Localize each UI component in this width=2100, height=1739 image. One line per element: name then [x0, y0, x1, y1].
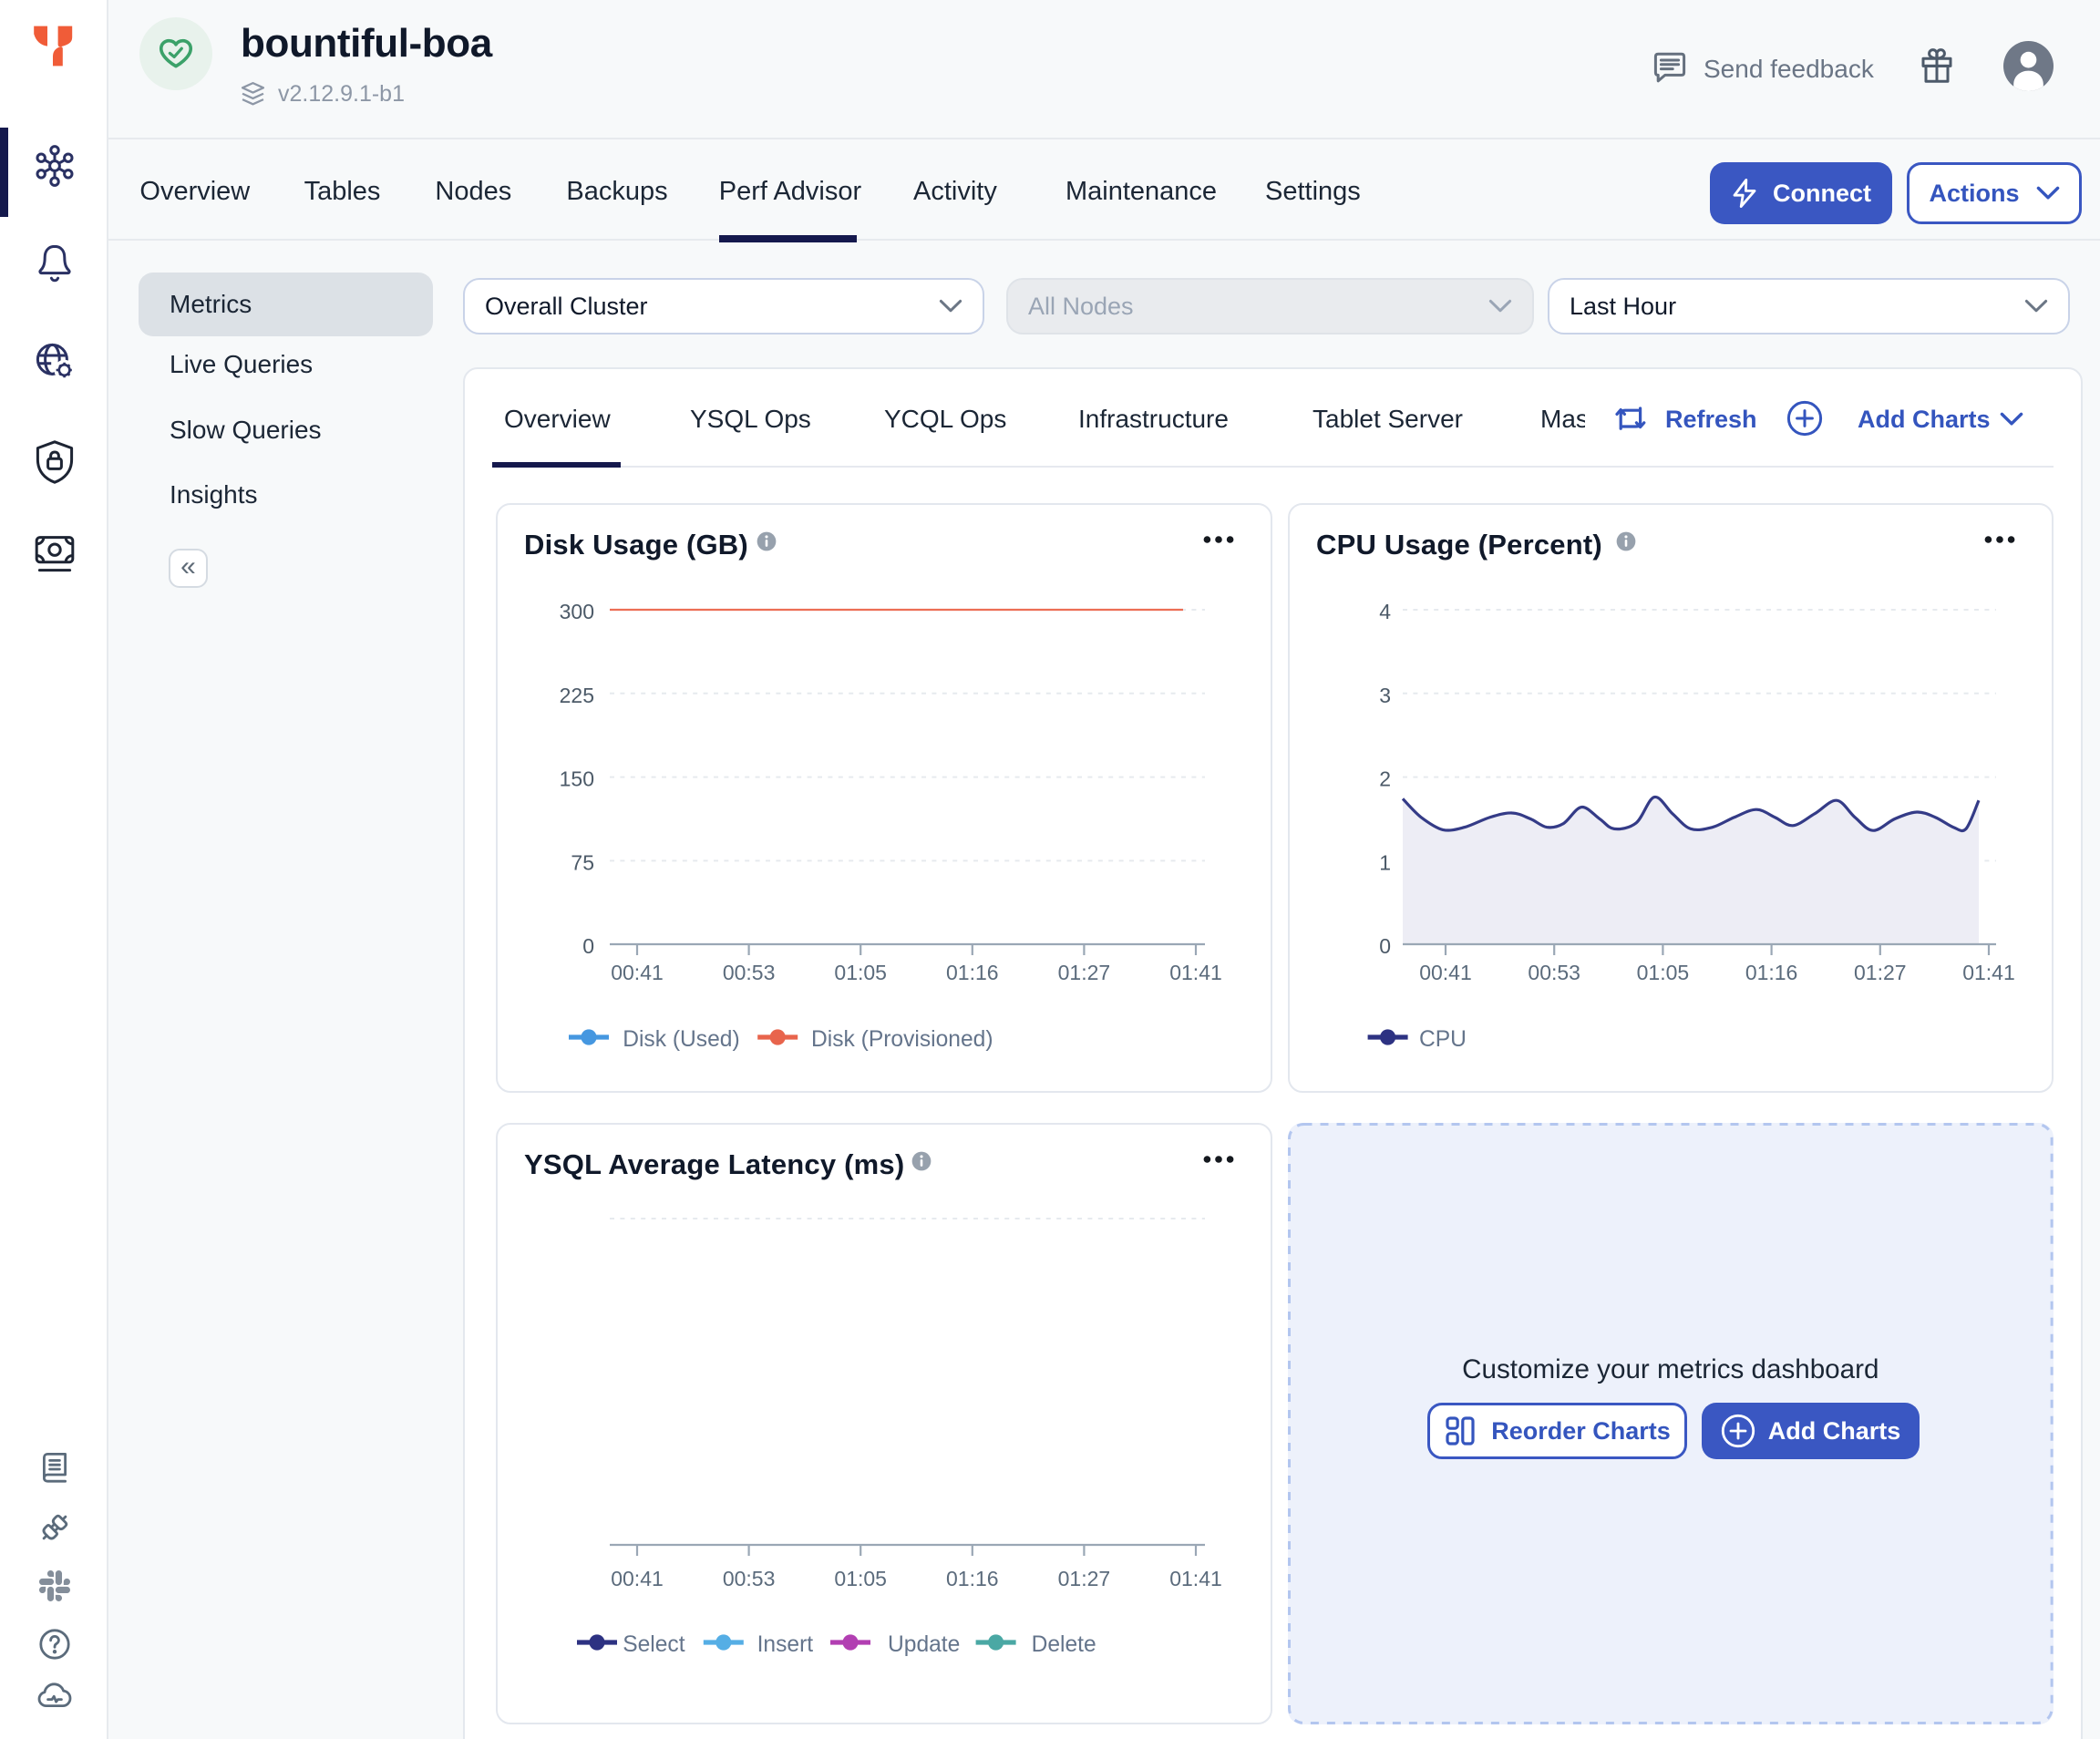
svg-text:01:41: 01:41	[1169, 1567, 1222, 1590]
svg-text:00:53: 00:53	[723, 1567, 776, 1590]
svg-text:Update: Update	[888, 1632, 960, 1657]
svg-text:4: 4	[1379, 600, 1391, 623]
svg-text:Select: Select	[623, 1632, 685, 1657]
svg-text:Delete: Delete	[1032, 1632, 1096, 1657]
svg-text:00:53: 00:53	[723, 961, 776, 984]
svg-text:300: 300	[560, 600, 594, 623]
svg-text:2: 2	[1379, 767, 1391, 791]
svg-text:0: 0	[582, 934, 594, 958]
svg-text:0: 0	[1379, 934, 1391, 958]
svg-text:225: 225	[560, 684, 594, 707]
svg-text:00:41: 00:41	[1419, 961, 1472, 984]
svg-text:00:41: 00:41	[611, 1567, 664, 1590]
svg-text:1: 1	[1379, 850, 1391, 874]
svg-text:01:27: 01:27	[1854, 961, 1907, 984]
svg-text:Insert: Insert	[757, 1632, 814, 1657]
svg-text:01:05: 01:05	[834, 961, 887, 984]
svg-text:01:05: 01:05	[834, 1567, 887, 1590]
svg-text:01:41: 01:41	[1962, 961, 2015, 984]
svg-text:Disk (Provisioned): Disk (Provisioned)	[811, 1027, 993, 1052]
svg-text:01:05: 01:05	[1637, 961, 1690, 984]
svg-text:01:27: 01:27	[1058, 1567, 1111, 1590]
svg-text:3: 3	[1379, 684, 1391, 707]
svg-text:01:41: 01:41	[1169, 961, 1222, 984]
svg-text:01:16: 01:16	[946, 1567, 999, 1590]
svg-text:01:27: 01:27	[1058, 961, 1111, 984]
svg-text:00:53: 00:53	[1528, 961, 1580, 984]
svg-text:CPU: CPU	[1419, 1027, 1467, 1052]
svg-text:01:16: 01:16	[1745, 961, 1798, 984]
svg-text:00:41: 00:41	[611, 961, 664, 984]
svg-text:Disk (Used): Disk (Used)	[623, 1027, 739, 1052]
svg-text:150: 150	[560, 767, 594, 791]
svg-text:01:16: 01:16	[946, 961, 999, 984]
svg-text:75: 75	[571, 850, 594, 874]
